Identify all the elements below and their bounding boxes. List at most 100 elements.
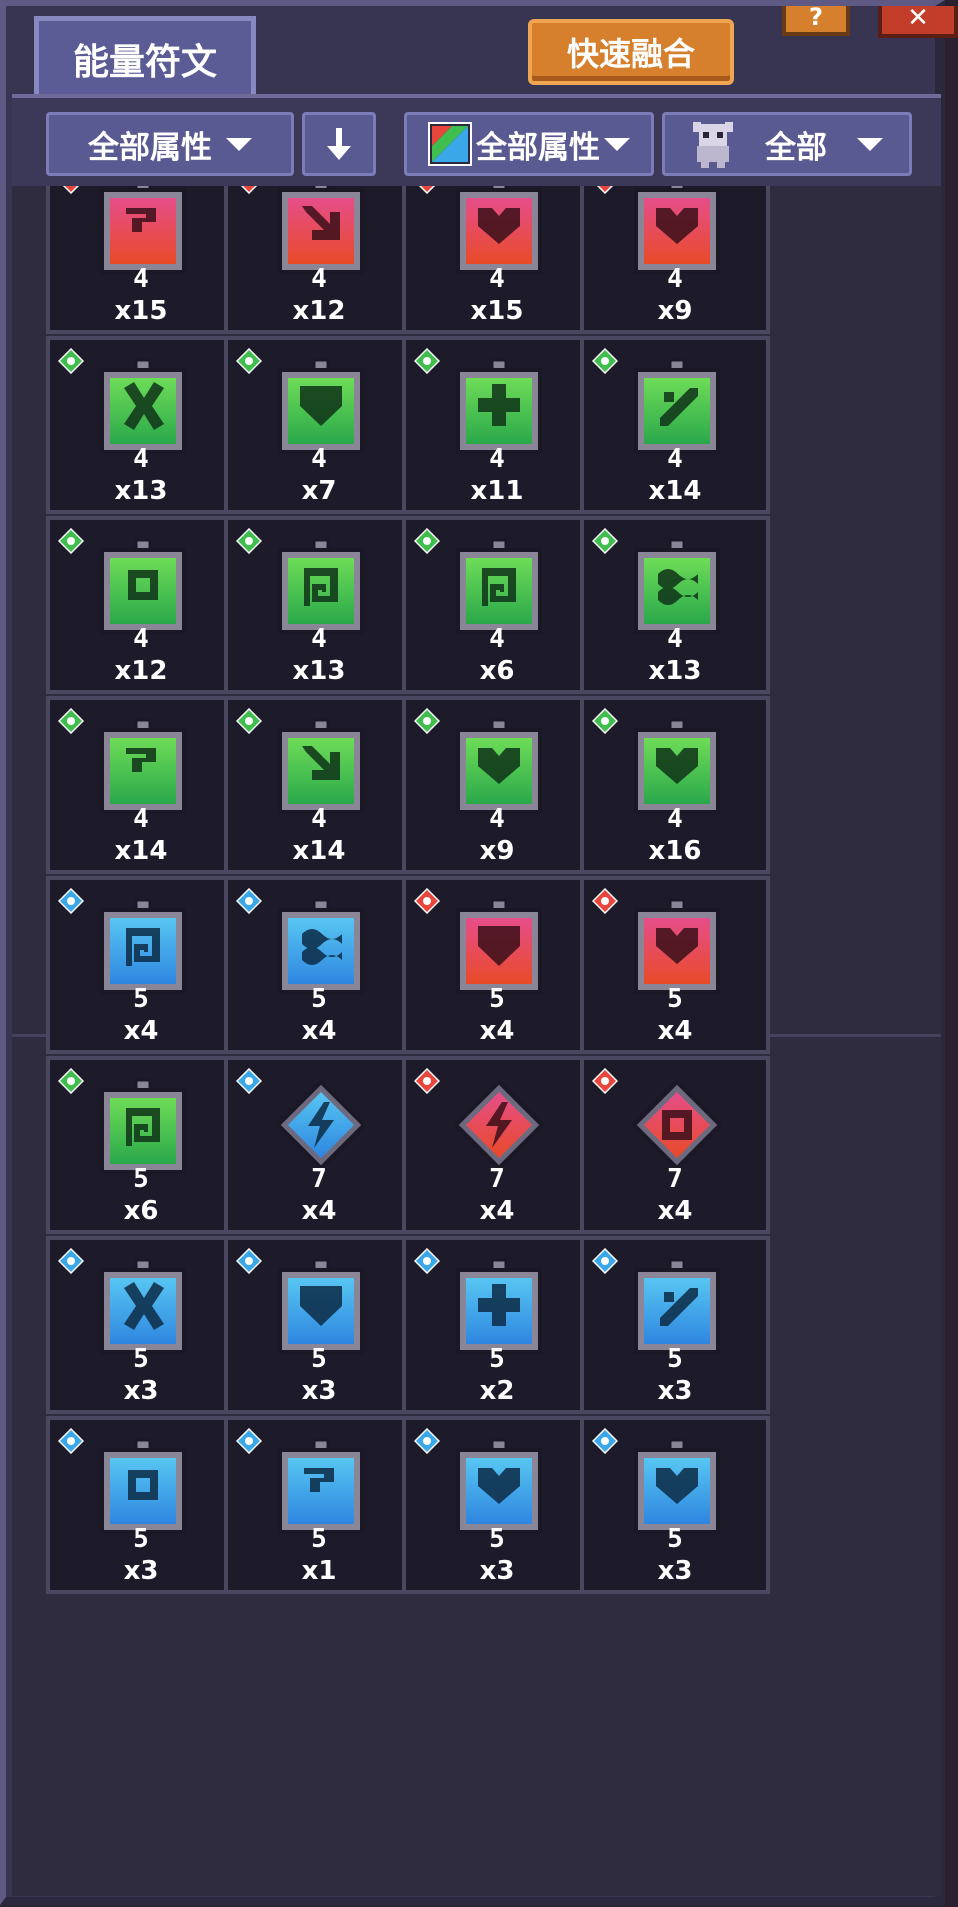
rune-slot[interactable]: 4 x15 xyxy=(46,186,236,334)
green-element-icon xyxy=(58,1068,84,1094)
rune-slot[interactable]: 5 x2 xyxy=(402,1236,592,1414)
rune-level: 5 xyxy=(133,1344,149,1374)
rune-slot[interactable]: 4 x13 xyxy=(580,516,770,694)
blue-element-icon xyxy=(414,1248,440,1274)
attribute-filter-dropdown[interactable]: 全部属性 xyxy=(46,112,294,176)
background-strip xyxy=(945,0,958,1907)
rune-count: x4 xyxy=(657,1196,693,1226)
rune-count: x4 xyxy=(301,1196,337,1226)
red-element-icon xyxy=(592,888,618,914)
rune-count: x4 xyxy=(123,1016,159,1046)
rune-count: x9 xyxy=(657,296,693,326)
rune-slot[interactable]: 5 x4 xyxy=(224,876,414,1054)
rune-slot[interactable]: 4 x9 xyxy=(580,186,770,334)
rune-slot[interactable]: 5 x3 xyxy=(46,1236,236,1414)
character-filter-label: 全部 xyxy=(765,129,827,166)
rune-slot[interactable]: 5 x3 xyxy=(46,1416,236,1594)
rune-level: 4 xyxy=(667,804,683,834)
green-element-icon xyxy=(58,528,84,554)
tab-energy-runes[interactable]: 能量符文 xyxy=(34,16,256,96)
rune-slot[interactable]: 5 x4 xyxy=(402,876,592,1054)
rune-slot[interactable]: 4 x7 xyxy=(224,336,414,514)
green-element-icon xyxy=(592,348,618,374)
rune-slot[interactable]: 5 x6 xyxy=(46,1056,236,1234)
sort-order-button[interactable] xyxy=(302,112,376,176)
rune-slot[interactable]: 4 x11 xyxy=(402,336,592,514)
rune-slot[interactable]: 4 x12 xyxy=(46,516,236,694)
rune-slot[interactable]: 5 x1 xyxy=(224,1416,414,1594)
rune-slot[interactable]: 7 x4 xyxy=(402,1056,592,1234)
rune-slot[interactable]: 4 x16 xyxy=(580,696,770,874)
rune-level: 4 xyxy=(133,444,149,474)
rune-slot[interactable]: 7 x4 xyxy=(224,1056,414,1234)
rune-slot[interactable]: 4 x13 xyxy=(224,516,414,694)
rune-slot[interactable]: 4 x12 xyxy=(224,186,414,334)
close-icon: ✕ xyxy=(907,3,929,33)
rune-count: x3 xyxy=(301,1376,337,1406)
blue-element-icon xyxy=(236,1068,262,1094)
rune-count: x3 xyxy=(479,1556,515,1586)
rune-slot[interactable]: 4 x15 xyxy=(402,186,592,334)
green-element-icon xyxy=(236,348,262,374)
rune-level: 4 xyxy=(489,264,505,294)
rune-count: x6 xyxy=(479,656,515,686)
rune-count: x13 xyxy=(292,656,346,686)
rune-count: x1 xyxy=(301,1556,337,1586)
rune-level: 5 xyxy=(489,984,505,1014)
rune-slot[interactable]: 4 x9 xyxy=(402,696,592,874)
rune-slot[interactable]: 5 x3 xyxy=(224,1236,414,1414)
element-filter-dropdown[interactable]: 全部属性 xyxy=(404,112,654,176)
rune-count: x15 xyxy=(114,296,168,326)
character-filter-dropdown[interactable]: 全部 xyxy=(662,112,912,176)
rune-count: x2 xyxy=(479,1376,515,1406)
red-element-icon xyxy=(592,1068,618,1094)
rune-slot[interactable]: 4 x13 xyxy=(46,336,236,514)
rune-slot[interactable]: 4 x6 xyxy=(402,516,592,694)
rune-count: x7 xyxy=(301,476,337,506)
rune-count: x9 xyxy=(479,836,515,866)
rune-slot[interactable]: 5 x3 xyxy=(580,1236,770,1414)
rune-count: x3 xyxy=(123,1376,159,1406)
close-button[interactable]: ✕ xyxy=(878,3,958,38)
rune-count: x15 xyxy=(470,296,524,326)
rune-slot[interactable]: 4 x14 xyxy=(224,696,414,874)
rune-count: x13 xyxy=(114,476,168,506)
rune-level: 4 xyxy=(667,264,683,294)
rune-slot[interactable]: 7 x4 xyxy=(580,1056,770,1234)
rune-count: x6 xyxy=(123,1196,159,1226)
rune-slot[interactable]: 5 x4 xyxy=(580,876,770,1054)
rune-count: x4 xyxy=(301,1016,337,1046)
rune-count: x12 xyxy=(114,656,168,686)
rune-count: x4 xyxy=(479,1196,515,1226)
rune-slot[interactable]: 4 x14 xyxy=(46,696,236,874)
rune-slot[interactable]: 5 x3 xyxy=(402,1416,592,1594)
quick-fuse-button[interactable]: 快速融合 xyxy=(528,19,734,85)
quick-fuse-label: 快速融合 xyxy=(566,35,695,73)
blue-element-icon xyxy=(414,1428,440,1454)
red-element-icon xyxy=(418,186,436,194)
green-element-icon xyxy=(414,528,440,554)
rune-slot[interactable]: 4 x14 xyxy=(580,336,770,514)
blue-element-icon xyxy=(592,1248,618,1274)
rune-count: x3 xyxy=(123,1556,159,1586)
rune-level: 5 xyxy=(667,1524,683,1554)
rune-level: 4 xyxy=(311,264,327,294)
rune-level: 5 xyxy=(489,1344,505,1374)
rune-level: 5 xyxy=(311,984,327,1014)
filter-bar: 全部属性 全部属性 全部 xyxy=(12,98,941,186)
rune-grid: 4 x15 4 x12 4 x15 4 x9 4 x13 4 x7 4 x11 4 x14 4 x12 4 x13 4 x… xyxy=(12,186,941,1896)
rune-level: 4 xyxy=(133,624,149,654)
rune-level: 5 xyxy=(667,984,683,1014)
help-button[interactable]: ? xyxy=(782,5,850,36)
rune-count: x13 xyxy=(648,656,702,686)
rune-slot[interactable]: 5 x3 xyxy=(580,1416,770,1594)
rune-count: x4 xyxy=(479,1016,515,1046)
rune-count: x14 xyxy=(114,836,168,866)
rune-count: x4 xyxy=(657,1016,693,1046)
green-element-icon xyxy=(236,708,262,734)
rune-level: 4 xyxy=(133,804,149,834)
rune-slot[interactable]: 5 x4 xyxy=(46,876,236,1054)
chevron-down-icon xyxy=(226,137,252,151)
rune-level: 4 xyxy=(311,804,327,834)
rune-level: 5 xyxy=(133,1524,149,1554)
